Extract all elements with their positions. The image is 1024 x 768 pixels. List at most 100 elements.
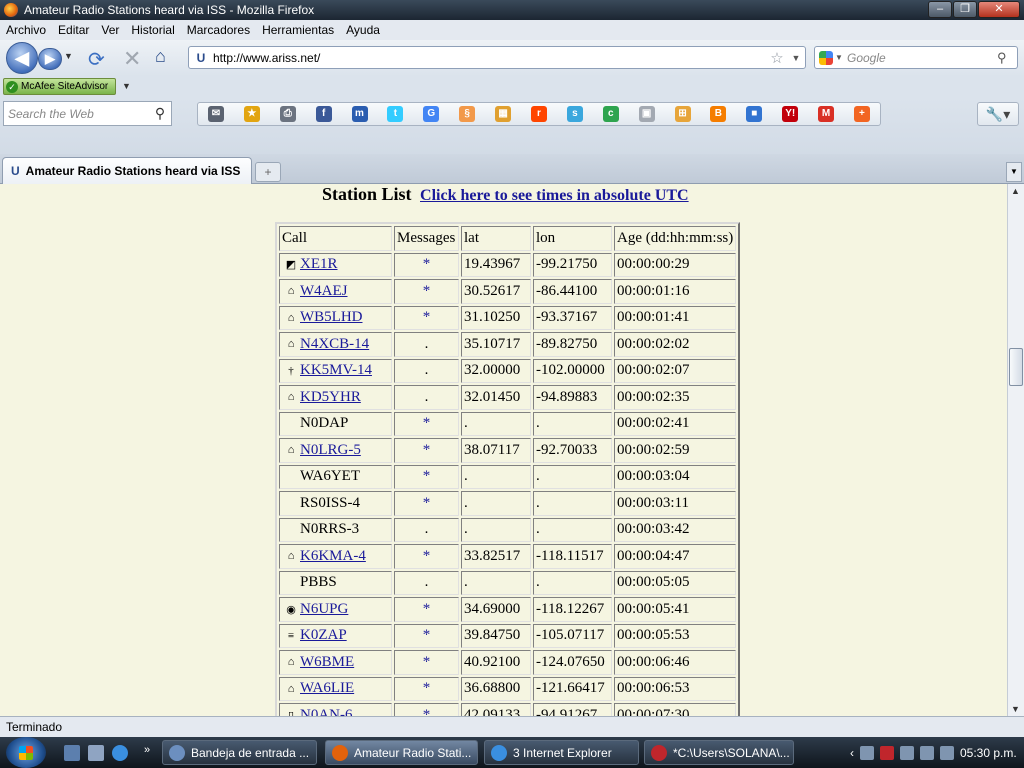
messages-link[interactable]: * [423,495,431,511]
share-button[interactable]: ★ [234,103,270,125]
forward-button[interactable]: ▶ [38,48,62,70]
share-button[interactable]: G [413,103,449,125]
share-button[interactable]: ■ [736,103,772,125]
search-icon[interactable]: ⚲ [149,105,171,122]
share-button[interactable]: + [844,103,880,125]
share-button[interactable]: ▣ [629,103,665,125]
vertical-scrollbar[interactable]: ▲ ▼ [1007,184,1024,716]
messages-link[interactable]: * [423,601,431,617]
bookmark-star-icon[interactable]: ☆ [767,49,787,67]
messages-link[interactable]: * [423,707,431,716]
search-placeholder[interactable]: Google [847,51,997,65]
minimize-button[interactable]: – [928,1,952,18]
share-button[interactable]: Y! [772,103,808,125]
menu-marcadores[interactable]: Marcadores [187,23,250,37]
mcafee-siteadvisor-button[interactable]: ✓ McAfee SiteAdvisor [3,78,116,95]
mcafee-dropdown-icon[interactable]: ▼ [122,81,131,91]
stop-icon[interactable]: ✕ [123,46,141,72]
station-call-link[interactable]: N4XCB-14 [300,336,369,352]
show-desktop-icon[interactable] [64,745,80,761]
station-call-link[interactable]: N0AN-6 [300,707,353,716]
station-call-link[interactable]: XE1R [300,256,338,272]
share-button[interactable]: ⊞ [665,103,701,125]
mcafee-tray-icon[interactable] [880,745,894,760]
tab-ariss[interactable]: U Amateur Radio Stations heard via ISS [2,157,252,184]
share-button[interactable]: ⎙ [270,103,306,125]
back-button[interactable]: ◀ [6,42,38,74]
share-button[interactable]: f [306,103,342,125]
quicklaunch-expand-icon[interactable]: » [144,744,150,756]
messages-link[interactable]: * [423,442,431,458]
station-call-link[interactable]: N0LRG-5 [300,442,361,458]
volume-icon[interactable] [920,745,934,760]
messages-link[interactable]: * [423,256,431,272]
share-button[interactable]: t [377,103,413,125]
menu-ayuda[interactable]: Ayuda [346,23,380,37]
close-button[interactable]: ✕ [978,1,1020,18]
address-bar[interactable]: U http://www.ariss.net/ ☆ ▼ [188,46,806,69]
utc-link[interactable]: Click here to see times in absolute UTC [420,187,689,204]
new-tab-button[interactable]: + [255,162,281,182]
share-button[interactable]: B [700,103,736,125]
station-call-link[interactable]: W4AEJ [300,283,348,299]
scroll-down-icon[interactable]: ▼ [1011,704,1020,714]
maximize-button[interactable]: ❐ [953,1,977,18]
url-text[interactable]: http://www.ariss.net/ [213,51,767,65]
share-button[interactable]: M [808,103,844,125]
search-box[interactable]: ▼ Google ⚲ [814,46,1018,69]
search-engine-selector[interactable]: ▼ [815,50,847,65]
url-dropdown-icon[interactable]: ▼ [787,53,805,63]
start-button[interactable] [6,737,46,768]
menu-herramientas[interactable]: Herramientas [262,23,334,37]
messages-link[interactable]: * [423,309,431,325]
scroll-up-icon[interactable]: ▲ [1011,186,1020,196]
share-button[interactable]: r [521,103,557,125]
wrench-icon[interactable]: 🔧▾ [977,102,1019,126]
messages-link[interactable]: * [423,680,431,696]
station-call-link[interactable]: KK5MV-14 [300,362,372,378]
station-call-link[interactable]: K6KMA-4 [300,548,366,564]
cell-call: ⌂ KD5YHR [279,385,392,410]
tray-expand-icon[interactable]: ‹ [850,746,854,760]
menu-historial[interactable]: Historial [131,23,174,37]
share-button[interactable]: ▦ [485,103,521,125]
scroll-thumb[interactable] [1009,348,1023,386]
station-call-link[interactable]: WB5LHD [300,309,363,325]
power-icon[interactable] [940,745,954,760]
station-call-link[interactable]: KD5YHR [300,389,361,405]
reload-icon[interactable]: ⟳ [88,47,105,72]
switch-windows-icon[interactable] [88,745,104,761]
task-firefox[interactable]: Amateur Radio Stati... [325,740,478,765]
web-search-box[interactable]: Search the Web ⚲ [3,101,172,126]
history-dropdown-icon[interactable]: ▼ [64,51,73,61]
station-call-link[interactable]: WA6LIE [300,680,354,696]
messages-link[interactable]: * [423,627,431,643]
station-call-link[interactable]: K0ZAP [300,627,347,643]
menu-editar[interactable]: Editar [58,23,89,37]
network-icon[interactable] [860,745,874,760]
messages-link[interactable]: * [423,415,431,431]
share-button[interactable]: c [593,103,629,125]
search-icon[interactable]: ⚲ [997,50,1017,66]
messages-link[interactable]: * [423,283,431,299]
task-bandeja[interactable]: Bandeja de entrada ... [162,740,317,765]
station-call-link[interactable]: W6BME [300,654,354,670]
web-search-input[interactable]: Search the Web [8,107,149,121]
share-button[interactable]: ✉ [198,103,234,125]
display-icon[interactable] [900,745,914,760]
share-button[interactable]: § [449,103,485,125]
messages-link[interactable]: * [423,654,431,670]
home-icon[interactable]: ⌂ [155,46,166,67]
internet-explorer-icon[interactable] [112,745,128,761]
tab-list-dropdown-icon[interactable]: ▼ [1006,162,1022,182]
share-button[interactable]: s [557,103,593,125]
task-ie[interactable]: 3 Internet Explorer [484,740,639,765]
station-call-link[interactable]: N6UPG [300,601,348,617]
task-explorer[interactable]: *C:\Users\SOLANA\... [644,740,794,765]
share-button[interactable]: m [342,103,378,125]
messages-link[interactable]: * [423,548,431,564]
menu-archivo[interactable]: Archivo [6,23,46,37]
clock[interactable]: 05:30 p.m. [960,746,1017,760]
menu-ver[interactable]: Ver [101,23,119,37]
messages-link[interactable]: * [423,468,431,484]
